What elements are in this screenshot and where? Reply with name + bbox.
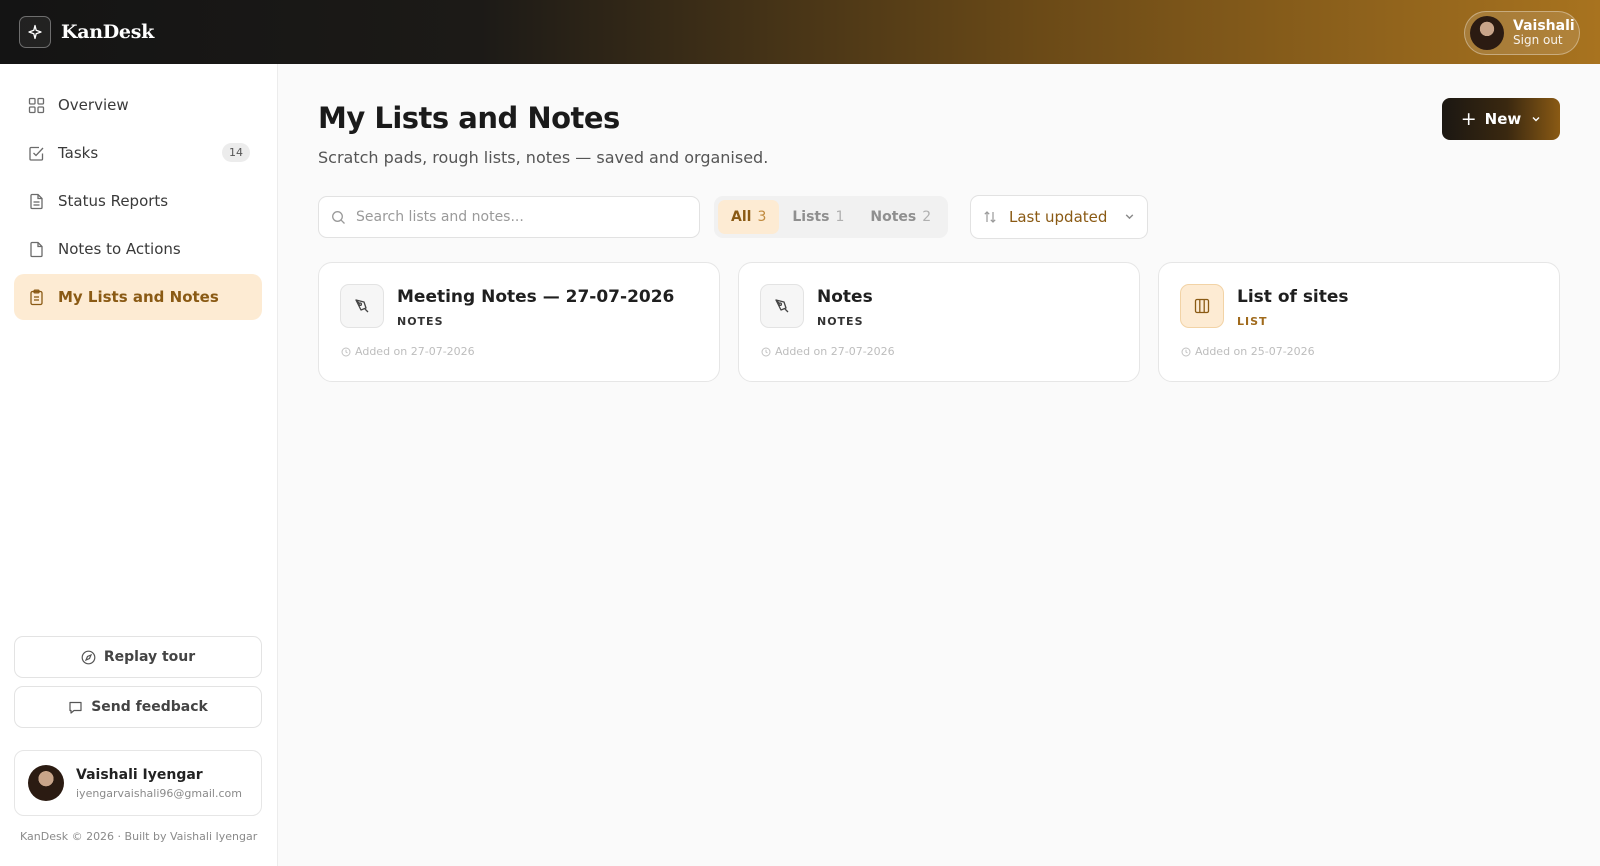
footer-note: KanDesk © 2026 · Built by Vaishali Iyeng… bbox=[20, 830, 258, 843]
filter-label: Notes bbox=[870, 209, 917, 225]
chevron-down-icon bbox=[1125, 214, 1134, 220]
avatar bbox=[1470, 16, 1504, 50]
note-card[interactable]: Meeting Notes — 27-07-2026 NOTES Added o… bbox=[318, 262, 720, 382]
sign-out-link[interactable]: Sign out bbox=[1513, 33, 1575, 47]
card-date: Added on 27-07-2026 bbox=[761, 345, 895, 358]
sidebar-item-label: My Lists and Notes bbox=[58, 288, 219, 306]
sidebar-item-my-lists-and-notes[interactable]: My Lists and Notes bbox=[14, 274, 262, 320]
search-box[interactable] bbox=[318, 196, 700, 238]
card-date: Added on 27-07-2026 bbox=[341, 345, 475, 358]
profile-card[interactable]: Vaishali Iyengar iyengarvaishali96@gmail… bbox=[14, 750, 262, 816]
clock-icon bbox=[341, 347, 351, 356]
document-icon bbox=[27, 192, 45, 210]
filter-tab-lists[interactable]: Lists 1 bbox=[779, 200, 857, 234]
filter-count: 1 bbox=[835, 209, 845, 225]
replay-tour-button[interactable]: Replay tour bbox=[14, 636, 262, 678]
compass-icon bbox=[81, 650, 96, 664]
card-title: Meeting Notes — 27-07-2026 bbox=[397, 287, 675, 307]
card-date: Added on 25-07-2026 bbox=[1181, 345, 1315, 358]
filter-count: 3 bbox=[757, 209, 767, 225]
sidebar: Overview Tasks 14 Status Reports Notes t… bbox=[0, 64, 278, 866]
card-type: LIST bbox=[1237, 315, 1268, 328]
send-feedback-button[interactable]: Send feedback bbox=[14, 686, 262, 728]
user-name: Vaishali bbox=[1513, 17, 1575, 34]
sort-label: Last updated bbox=[1009, 208, 1108, 226]
user-menu[interactable]: Vaishali Sign out bbox=[1464, 11, 1580, 55]
count-badge: 14 bbox=[222, 143, 250, 162]
page-title: My Lists and Notes bbox=[318, 101, 620, 135]
sidebar-item-label: Status Reports bbox=[58, 192, 169, 210]
filter-tab-notes[interactable]: Notes 2 bbox=[857, 200, 944, 234]
pen-tool-icon bbox=[760, 284, 804, 328]
sparkle-icon bbox=[19, 16, 51, 48]
sidebar-item-label: Notes to Actions bbox=[58, 240, 181, 258]
replay-tour-label: Replay tour bbox=[103, 649, 196, 665]
columns-icon bbox=[1180, 284, 1224, 328]
chevron-down-icon bbox=[1532, 117, 1540, 122]
sidebar-item-status-reports[interactable]: Status Reports bbox=[14, 178, 262, 224]
sort-select[interactable]: Last updated bbox=[970, 195, 1148, 239]
filter-tab-all[interactable]: All 3 bbox=[718, 200, 780, 234]
cards-grid: Meeting Notes — 27-07-2026 NOTES Added o… bbox=[318, 262, 1560, 382]
sort-arrows-icon bbox=[984, 211, 996, 223]
plus-icon: + bbox=[1460, 108, 1477, 130]
sidebar-item-label: Tasks bbox=[58, 144, 99, 162]
sidebar-item-label: Overview bbox=[58, 96, 129, 114]
filter-label: Lists bbox=[792, 209, 830, 225]
page-subtitle: Scratch pads, rough lists, notes — saved… bbox=[318, 148, 769, 167]
list-card[interactable]: List of sites LIST Added on 25-07-2026 bbox=[1158, 262, 1560, 382]
card-title: List of sites bbox=[1237, 287, 1349, 307]
note-card[interactable]: Notes NOTES Added on 27-07-2026 bbox=[738, 262, 1140, 382]
card-date-text: Added on 25-07-2026 bbox=[1195, 345, 1315, 358]
clock-icon bbox=[1181, 347, 1191, 356]
send-feedback-label: Send feedback bbox=[91, 699, 208, 715]
card-title: Notes bbox=[817, 287, 873, 307]
sidebar-item-notes-to-actions[interactable]: Notes to Actions bbox=[14, 226, 262, 272]
main-content: My Lists and Notes Scratch pads, rough l… bbox=[278, 64, 1600, 866]
clock-icon bbox=[761, 347, 771, 356]
checkbox-icon bbox=[27, 144, 45, 162]
new-button[interactable]: + New bbox=[1442, 98, 1560, 140]
new-button-label: New bbox=[1484, 110, 1522, 128]
sidebar-item-tasks[interactable]: Tasks 14 bbox=[14, 130, 262, 176]
message-icon bbox=[69, 701, 82, 714]
pen-tool-icon bbox=[340, 284, 384, 328]
card-date-text: Added on 27-07-2026 bbox=[355, 345, 475, 358]
search-icon bbox=[332, 210, 345, 224]
sidebar-item-overview[interactable]: Overview bbox=[14, 82, 262, 128]
grid-icon bbox=[27, 96, 45, 114]
profile-email: iyengarvaishali96@gmail.com bbox=[76, 786, 242, 800]
filter-tabs: All 3 Lists 1 Notes 2 bbox=[714, 196, 949, 238]
filter-count: 2 bbox=[922, 209, 932, 225]
brand-name: KanDesk bbox=[61, 21, 154, 43]
profile-name: Vaishali Iyengar bbox=[76, 766, 203, 783]
card-date-text: Added on 27-07-2026 bbox=[775, 345, 895, 358]
card-type: NOTES bbox=[817, 315, 864, 328]
brand[interactable]: KanDesk bbox=[19, 16, 154, 48]
file-icon bbox=[27, 240, 45, 258]
avatar bbox=[28, 765, 64, 801]
filter-label: All bbox=[731, 209, 752, 225]
top-bar: KanDesk Vaishali Sign out bbox=[0, 0, 1600, 64]
clipboard-icon bbox=[27, 288, 45, 306]
search-input[interactable] bbox=[356, 209, 676, 225]
card-type: NOTES bbox=[397, 315, 444, 328]
sidebar-nav: Overview Tasks 14 Status Reports Notes t… bbox=[14, 82, 262, 322]
